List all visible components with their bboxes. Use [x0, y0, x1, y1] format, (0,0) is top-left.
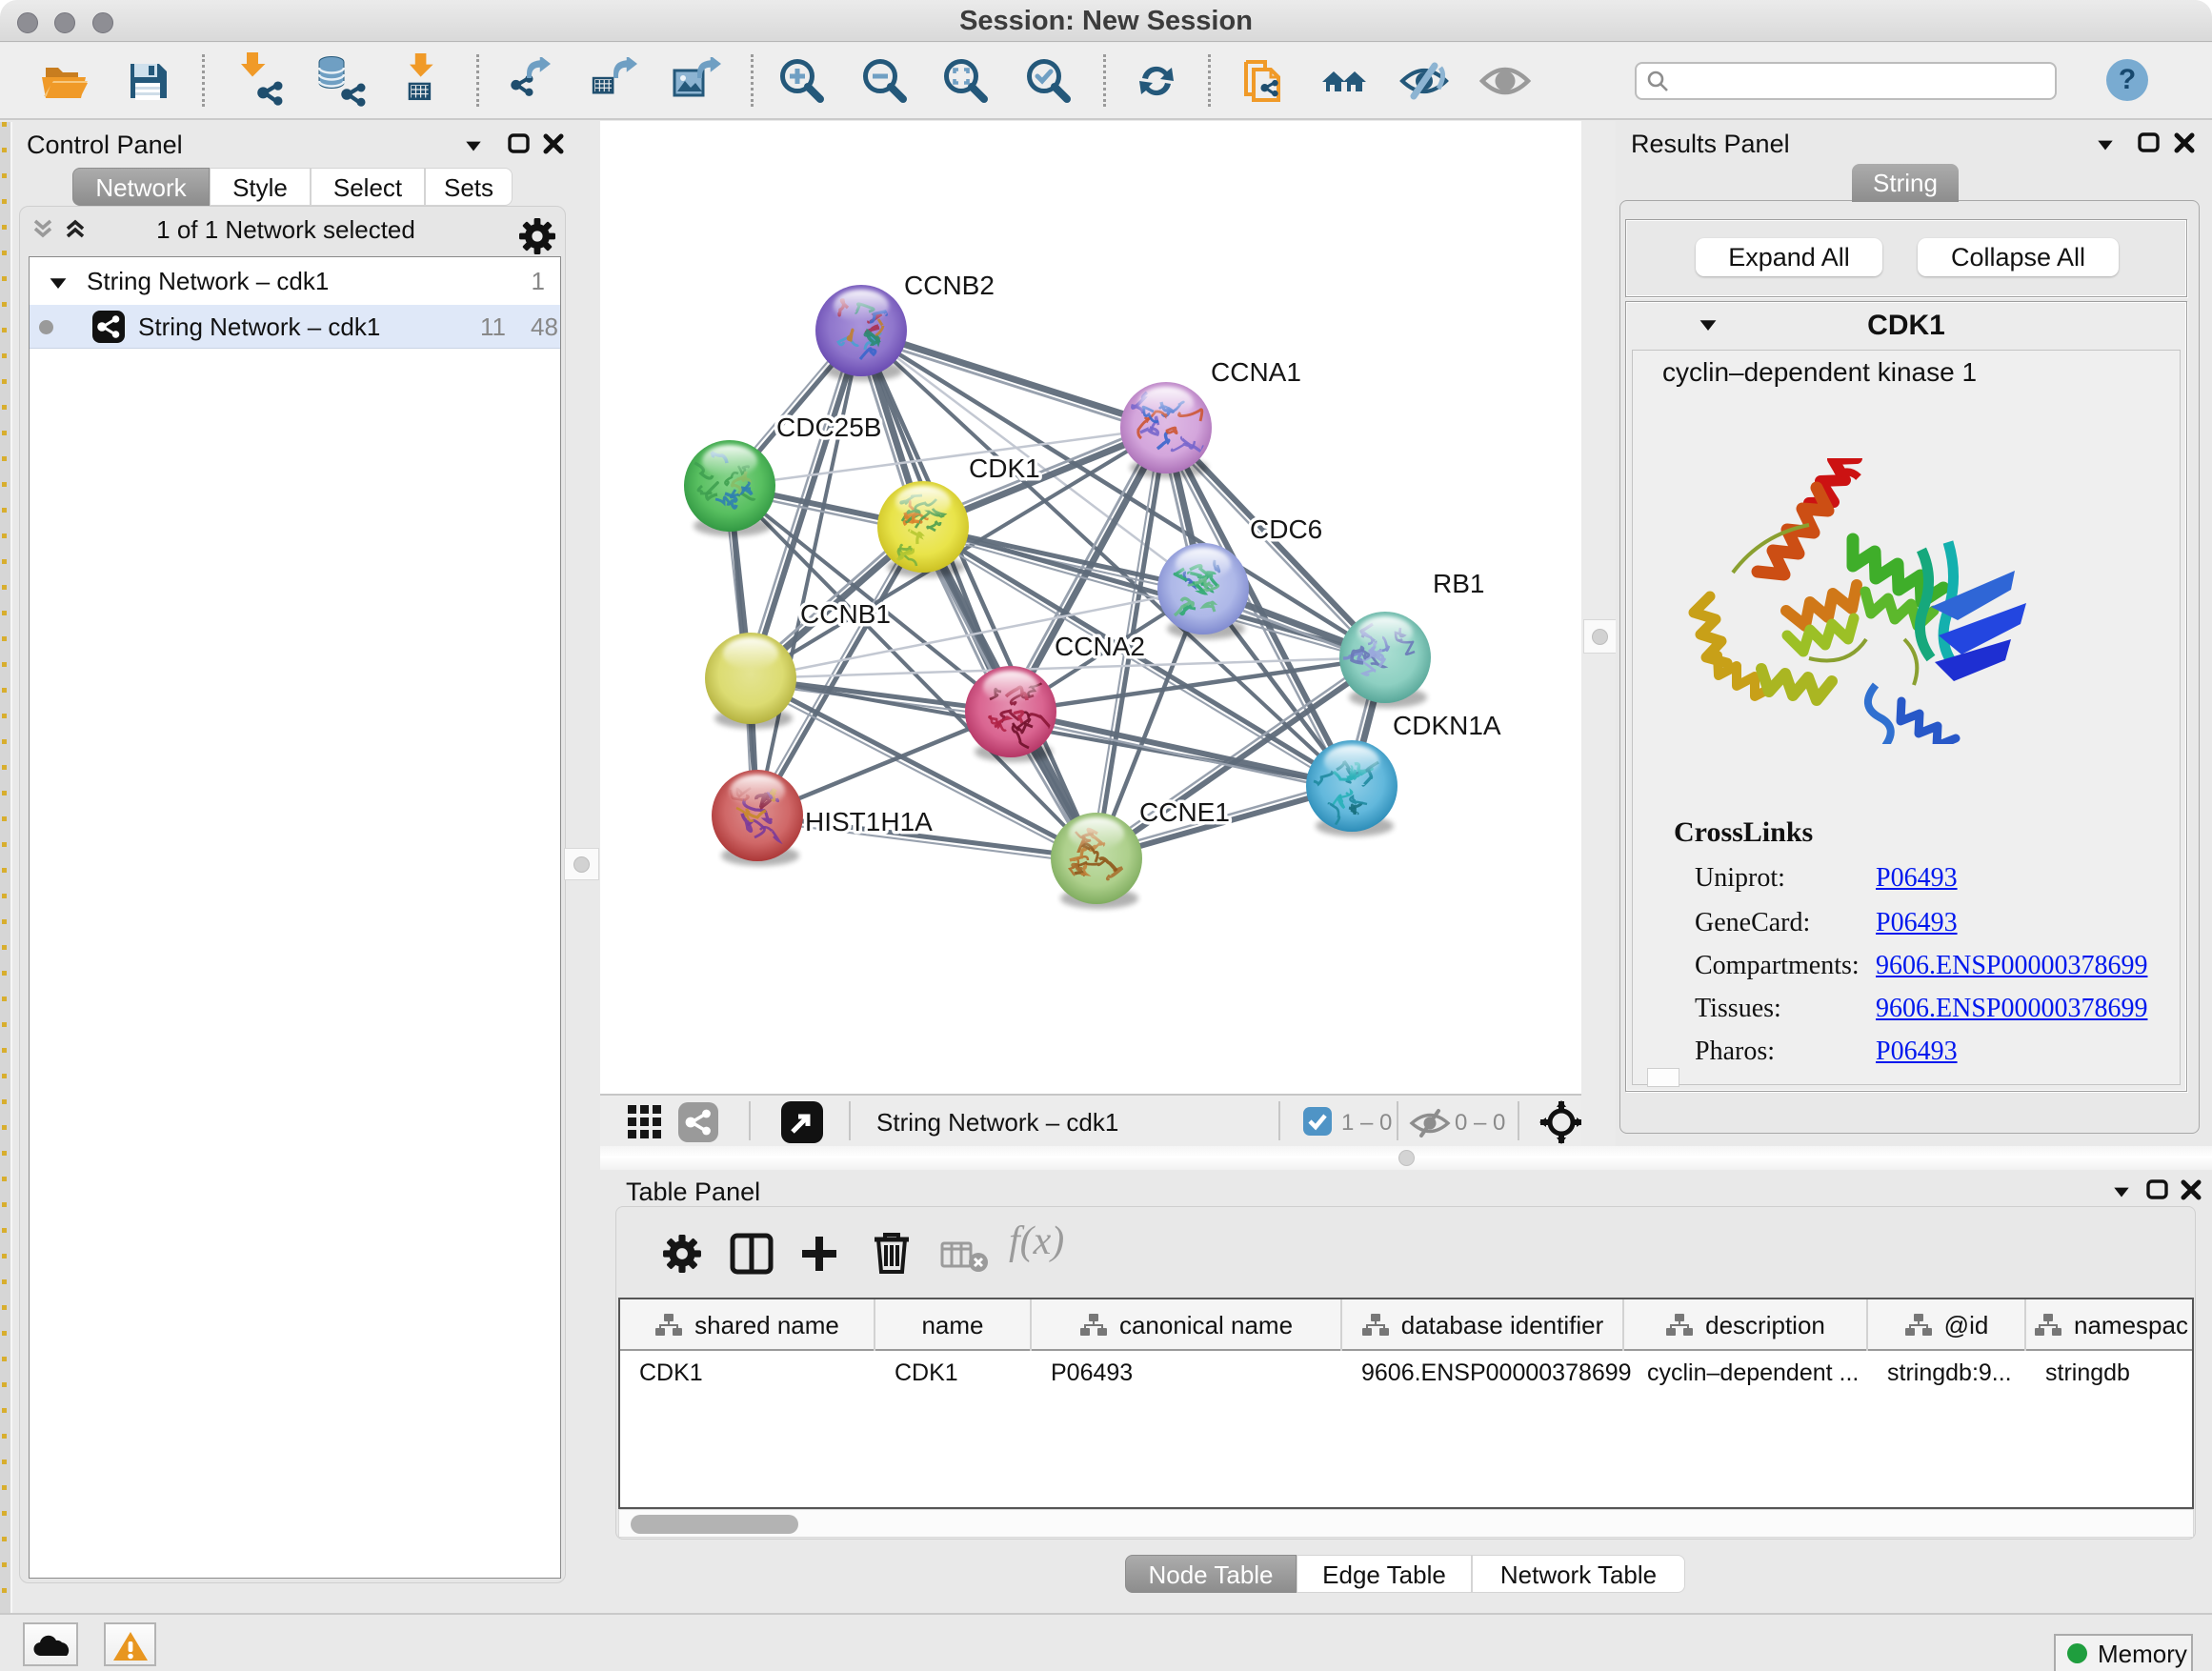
- svg-text:CDK1: CDK1: [969, 453, 1040, 483]
- svg-text:CDKN1A: CDKN1A: [1393, 711, 1501, 740]
- svg-text:CCNA1: CCNA1: [1211, 357, 1301, 387]
- svg-text:HIST1H1A: HIST1H1A: [805, 807, 933, 836]
- svg-text:CDC6: CDC6: [1250, 514, 1322, 544]
- svg-text:CCNE1: CCNE1: [1139, 797, 1230, 827]
- svg-text:CDC25B: CDC25B: [776, 413, 881, 442]
- svg-text:CCNA2: CCNA2: [1055, 632, 1145, 661]
- svg-text:CCNB2: CCNB2: [904, 271, 995, 300]
- svg-text:CCNB1: CCNB1: [800, 599, 891, 629]
- svg-text:RB1: RB1: [1433, 569, 1484, 598]
